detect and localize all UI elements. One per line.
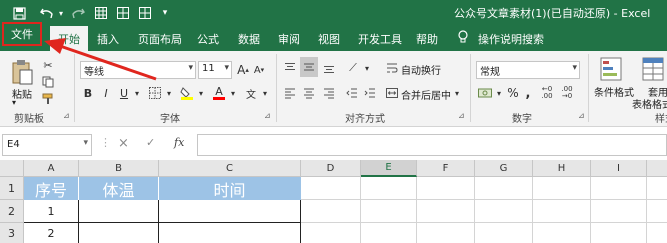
- annotation-arrow: [44, 38, 157, 81]
- arrow-shaft: [59, 44, 157, 81]
- excel-window: ▾ ▾ 公众号文章素材(1)(已自动还原) - Excel 开始 插入 页面布局…: [0, 0, 667, 243]
- arrow-head: [44, 38, 66, 54]
